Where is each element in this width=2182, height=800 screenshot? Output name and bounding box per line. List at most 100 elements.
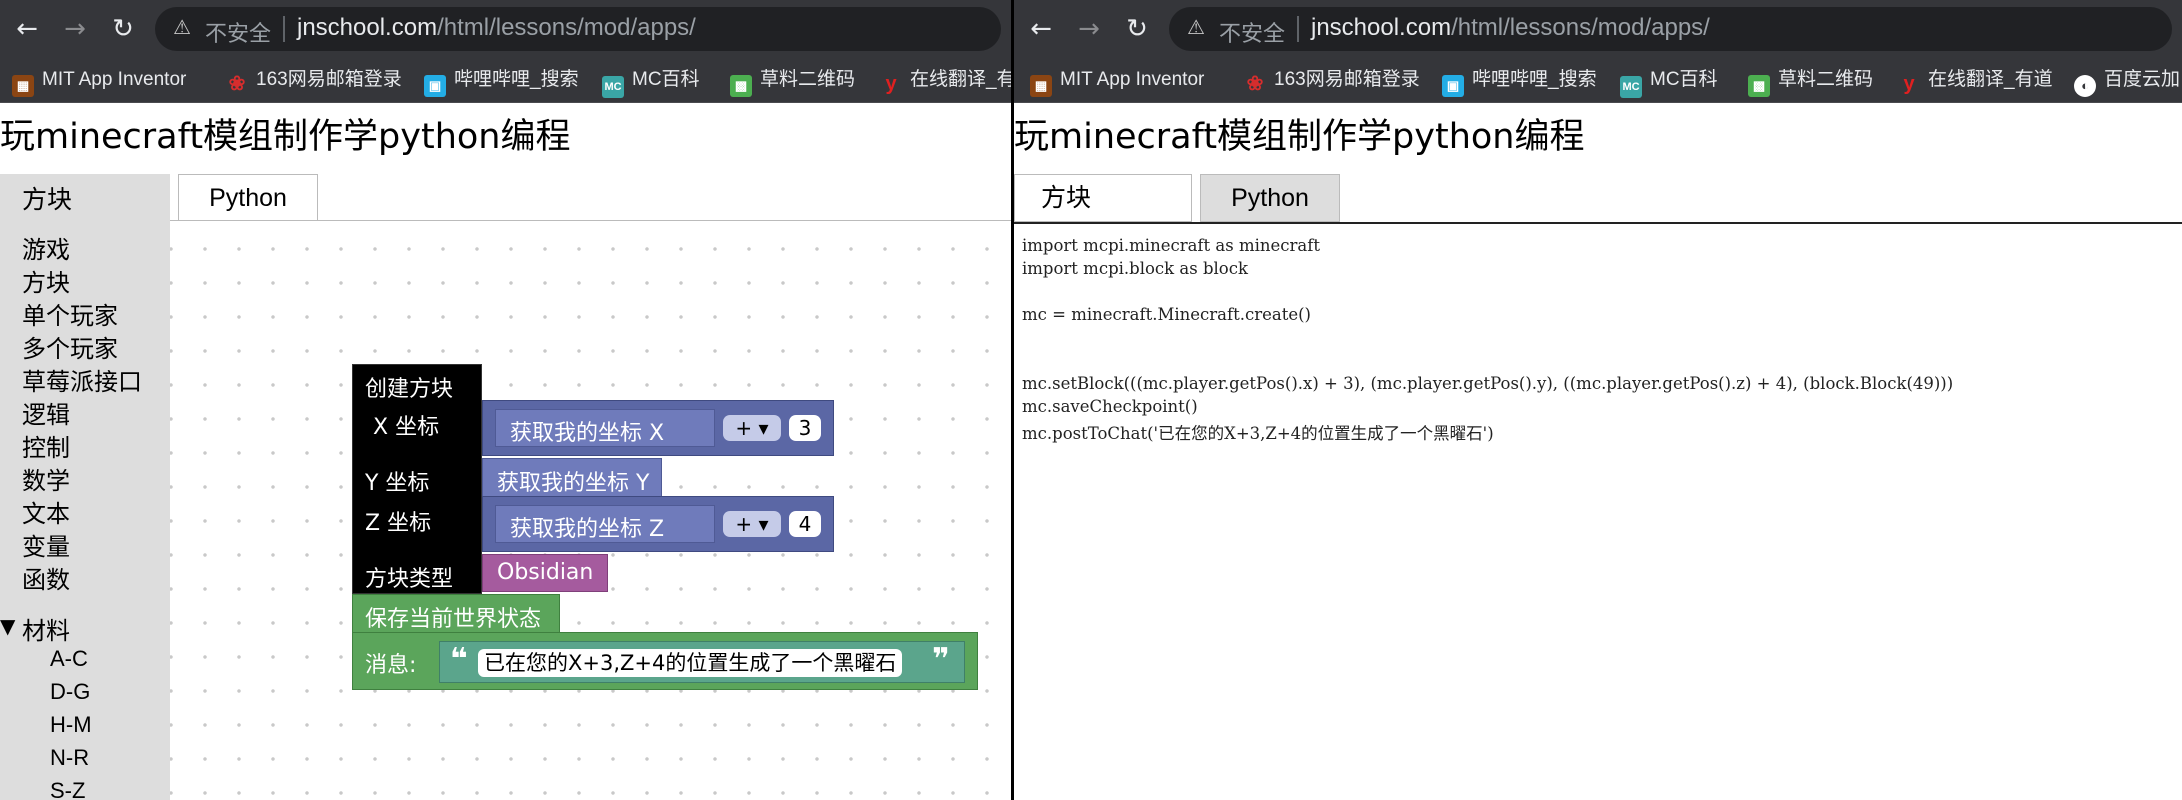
category-game[interactable]: 游戏 [22, 230, 70, 265]
omnibox-separator [283, 16, 285, 42]
materials-item-s-z[interactable]: S-Z [50, 778, 85, 800]
category-math[interactable]: 数学 [22, 461, 70, 496]
forward-arrow-icon[interactable]: → [1072, 12, 1106, 46]
insecure-label[interactable]: 不安全 [205, 16, 271, 48]
bookmark-bilibili[interactable]: ▣ 哔哩哔哩_搜索 [424, 66, 579, 97]
save-checkpoint-block[interactable]: 保存当前世界状态 [352, 594, 560, 634]
category-text[interactable]: 文本 [22, 494, 70, 529]
message-label: 消息: [365, 653, 417, 678]
bookmark-qrcode[interactable]: ▩ 草料二维码 [1748, 66, 1874, 97]
youdao-icon: y [1903, 73, 1915, 95]
open-quote-icon: ❝ [450, 642, 468, 677]
z-math-block[interactable]: 获取我的坐标 Z + ▾ 4 [482, 496, 834, 552]
bookmark-label: 在线翻译_有道 [1928, 69, 2053, 90]
bookmark-qrcode[interactable]: ▩ 草料二维码 [730, 66, 855, 97]
material-value: Obsidian [497, 560, 594, 585]
category-control[interactable]: 控制 [22, 428, 70, 463]
code-line: mc.postToChat('已在您的X+3,Z+4的位置生成了一个黑曜石') [1022, 424, 1494, 443]
x-operator-dropdown[interactable]: + ▾ [723, 415, 781, 441]
category-block[interactable]: 方块 [22, 263, 70, 298]
url-text[interactable]: jnschool.com/html/lessons/mod/apps/ [297, 14, 696, 42]
bookmark-163-mail[interactable]: ❀ 163网易邮箱登录 [226, 66, 402, 95]
bookmark-label: 草料二维码 [1778, 69, 1874, 90]
bookmark-baidu-cloud[interactable]: ◐ 百度云加 [2074, 66, 2180, 97]
address-bar[interactable]: ⚠ 不安全 jnschool.com/html/lessons/mod/apps… [1169, 7, 2172, 51]
bookmark-label: MIT App Inventor [1060, 69, 1205, 90]
materials-toggle-icon[interactable]: ▼ [0, 614, 15, 638]
url-host: jnschool.com [297, 14, 438, 41]
mit-app-inventor-icon: ▦ [12, 75, 34, 97]
materials-item-h-m[interactable]: H-M [50, 712, 92, 738]
category-raspberry-pi[interactable]: 草莓派接口 [22, 362, 142, 397]
warning-icon: ⚠ [1187, 15, 1205, 39]
bookmark-mc-wiki[interactable]: MC MC百科 [602, 66, 700, 98]
python-code-panel[interactable]: import mcpi.minecraft as minecraft impor… [1014, 222, 2182, 800]
tab-blocks[interactable]: 方块 [1014, 174, 1192, 222]
category-variables[interactable]: 变量 [22, 527, 70, 562]
materials-item-n-r[interactable]: N-R [50, 745, 89, 771]
x-math-block[interactable]: 获取我的坐标 X + ▾ 3 [482, 400, 834, 456]
category-single-player[interactable]: 单个玩家 [22, 296, 118, 331]
tab-python[interactable]: Python [178, 174, 318, 220]
mc-wiki-icon: MC [1620, 76, 1642, 98]
bookmark-youdao[interactable]: y 在线翻译_有道 [1898, 66, 2053, 95]
back-arrow-icon[interactable]: ← [10, 12, 44, 46]
page-title: 玩minecraft模组制作学python编程 [1014, 117, 1585, 157]
create-block-label: 创建方块 [365, 377, 454, 402]
tab-python[interactable]: Python [1200, 174, 1340, 222]
obsidian-material-block[interactable]: Obsidian [482, 554, 608, 592]
forward-arrow-icon[interactable]: → [58, 12, 92, 46]
message-text[interactable]: 已在您的X+3,Z+4的位置生成了一个黑曜石 [478, 649, 903, 677]
netease-mail-icon: ❀ [228, 73, 246, 95]
reload-icon[interactable]: ↻ [1120, 12, 1154, 46]
category-functions[interactable]: 函数 [22, 560, 70, 595]
sidebar-header-blocks[interactable]: 方块 [22, 180, 72, 216]
bookmark-label: MIT App Inventor [42, 69, 187, 90]
code-line: mc.setBlock(((mc.player.getPos().x) + 3)… [1022, 374, 1954, 393]
x-offset-number[interactable]: 3 [789, 415, 821, 441]
back-arrow-icon[interactable]: ← [1024, 12, 1058, 46]
netease-mail-icon: ❀ [1246, 73, 1264, 95]
code-line: mc.saveCheckpoint() [1022, 397, 1198, 416]
z-operator-dropdown[interactable]: + ▾ [723, 511, 781, 537]
post-to-chat-block[interactable]: 消息: ❝ 已在您的X+3,Z+4的位置生成了一个黑曜石 ❞ [352, 632, 978, 690]
bookmark-mit-app-inventor[interactable]: ▦ MIT App Inventor [1030, 66, 1205, 97]
warning-icon: ⚠ [173, 15, 191, 39]
bookmark-mit-app-inventor[interactable]: ▦ MIT App Inventor [12, 66, 187, 97]
code-line: mc = minecraft.Minecraft.create() [1022, 305, 1311, 324]
category-multi-player[interactable]: 多个玩家 [22, 329, 118, 364]
code-line: import mcpi.minecraft as minecraft [1022, 236, 1320, 255]
qrcode-icon: ▩ [730, 75, 752, 97]
z-offset-number[interactable]: 4 [789, 511, 821, 537]
reload-icon[interactable]: ↻ [106, 12, 140, 46]
insecure-label[interactable]: 不安全 [1219, 16, 1285, 48]
bookmark-youdao[interactable]: y 在线翻译_有 [880, 66, 1011, 95]
create-block-block[interactable]: 创建方块 X 坐标 Y 坐标 Z 坐标 方块类型 [352, 364, 482, 594]
address-bar[interactable]: ⚠ 不安全 jnschool.com/html/lessons/mod/apps… [155, 7, 1001, 51]
code-line: import mcpi.block as block [1022, 259, 1248, 278]
url-text[interactable]: jnschool.com/html/lessons/mod/apps/ [1311, 14, 1710, 42]
block-type-label: 方块类型 [365, 567, 454, 592]
bookmark-163-mail[interactable]: ❀ 163网易邮箱登录 [1244, 66, 1420, 95]
right-browser-window: ← → ↻ ⚠ 不安全 jnschool.com/html/lessons/mo… [1011, 0, 2182, 800]
category-materials[interactable]: 材料 [22, 611, 70, 646]
bookmark-label: 163网易邮箱登录 [1274, 69, 1420, 90]
tab-divider [170, 220, 1011, 221]
bookmark-label: 哔哩哔哩_搜索 [454, 69, 579, 90]
qrcode-icon: ▩ [1748, 75, 1770, 97]
bookmark-mc-wiki[interactable]: MC MC百科 [1620, 66, 1718, 98]
materials-item-a-c[interactable]: A-C [50, 646, 88, 672]
url-host: jnschool.com [1311, 14, 1452, 41]
block-category-sidebar: 方块 游戏 方块 单个玩家 多个玩家 草莓派接口 逻辑 控制 数学 文本 变量 … [0, 174, 170, 800]
text-string-block[interactable]: ❝ 已在您的X+3,Z+4的位置生成了一个黑曜石 ❞ [439, 641, 965, 683]
category-logic[interactable]: 逻辑 [22, 395, 70, 430]
get-pos-z-block[interactable]: 获取我的坐标 Z [495, 505, 715, 543]
bookmark-bilibili[interactable]: ▣ 哔哩哔哩_搜索 [1442, 66, 1597, 97]
get-pos-x-block[interactable]: 获取我的坐标 X [495, 409, 715, 447]
get-pos-y-block[interactable]: 获取我的坐标 Y [482, 458, 662, 498]
bookmark-label: 163网易邮箱登录 [256, 69, 402, 90]
left-browser-window: ← → ↻ ⚠ 不安全 jnschool.com/html/lessons/mo… [0, 0, 1011, 800]
bookmarks-bar: ▦ MIT App Inventor ❀ 163网易邮箱登录 ▣ 哔哩哔哩_搜索 MC… [1014, 58, 2182, 103]
blockly-workspace[interactable]: 创建方块 X 坐标 Y 坐标 Z 坐标 方块类型 获取我的坐标 X + ▾ 3 … [170, 222, 1011, 800]
materials-item-d-g[interactable]: D-G [50, 679, 90, 705]
